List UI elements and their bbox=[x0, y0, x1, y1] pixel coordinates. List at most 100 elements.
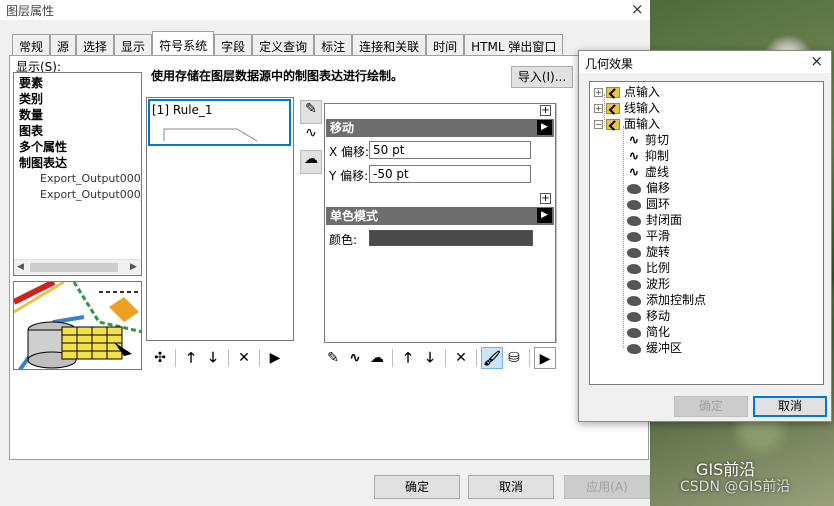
delete-layer-icon[interactable]: ✕ bbox=[450, 347, 472, 369]
list-subitem-representation[interactable]: Export_Output000_Re bbox=[14, 187, 141, 203]
tree-item-wave[interactable]: 波形 bbox=[626, 276, 670, 292]
fill-layer-icon[interactable]: ☁ bbox=[300, 150, 322, 174]
window-title: 图层属性 bbox=[6, 4, 55, 18]
y-offset-field[interactable]: -50 pt bbox=[369, 165, 531, 183]
database-icon[interactable]: ⛁ bbox=[503, 347, 525, 369]
layer-down-icon[interactable]: 🡓 bbox=[419, 347, 441, 369]
move-section-menu-icon[interactable]: ▶ bbox=[537, 120, 552, 135]
ok-button[interactable]: 确定 bbox=[374, 475, 460, 499]
list-subitem-representation[interactable]: Export_Output000_Re bbox=[14, 171, 141, 187]
tree-item-add-control-points[interactable]: 添加控制点 bbox=[626, 292, 706, 308]
list-item-features[interactable]: 要素 bbox=[14, 75, 141, 91]
move-down-icon[interactable]: 🡓 bbox=[202, 347, 224, 369]
x-offset-label: X 偏移: bbox=[329, 145, 370, 159]
window-close-icon[interactable]: × bbox=[631, 0, 644, 18]
list-item-categories[interactable]: 类别 bbox=[14, 91, 141, 107]
tree-item-cut[interactable]: ∿ 剪切 bbox=[626, 132, 669, 148]
tab-time[interactable]: 时间 bbox=[426, 34, 465, 55]
expand-icon[interactable]: + bbox=[594, 104, 603, 113]
tab-labels[interactable]: 标注 bbox=[314, 34, 353, 55]
polygon-effect-icon bbox=[627, 215, 641, 226]
list-horizontal-scrollbar[interactable]: ◀ ▶ bbox=[14, 259, 141, 275]
geo-dialog-title: 几何效果 bbox=[585, 57, 634, 71]
tree-item-buffer[interactable]: 缓冲区 bbox=[626, 340, 682, 356]
solid-color-menu-icon[interactable]: ▶ bbox=[537, 208, 552, 223]
polygon-effect-icon bbox=[627, 327, 641, 338]
import-button[interactable]: 导入(I)... bbox=[511, 66, 573, 88]
scroll-right-icon[interactable]: ▶ bbox=[130, 262, 137, 272]
tab-html-popup[interactable]: HTML 弹出窗口 bbox=[464, 34, 564, 55]
show-list: 要素 类别 数量 图表 多个属性 制图表达 Export_Output000_R… bbox=[13, 72, 142, 276]
add-rule-icon[interactable]: ✣ bbox=[149, 347, 171, 369]
more-options-icon[interactable]: ▶ bbox=[534, 347, 556, 369]
tree-item-rotate[interactable]: 旋转 bbox=[626, 244, 670, 260]
rule-toolbar: ✣ 🡑 🡓 ✕ ▶ bbox=[149, 347, 286, 369]
tree-item-donut[interactable]: 圆环 bbox=[626, 196, 670, 212]
polygon-effect-icon bbox=[627, 279, 641, 290]
tab-definition-query[interactable]: 定义查询 bbox=[252, 34, 315, 55]
layer-type-toolbar: ✎ ∿ ☁ bbox=[300, 100, 322, 175]
effects-tree: + 点输入 + 线输入 − 面输入 ∿ 剪切 ∿ 抑制 ∿ 虚线 偏移 圆环 封闭面 平滑 … bbox=[589, 81, 824, 385]
list-item-multiple-attributes[interactable]: 多个属性 bbox=[14, 139, 141, 155]
collapse-icon[interactable]: − bbox=[594, 120, 603, 129]
folder-icon bbox=[606, 103, 620, 114]
tab-joins-relates[interactable]: 连接和关联 bbox=[352, 34, 427, 55]
cancel-button[interactable]: 取消 bbox=[468, 475, 554, 499]
tab-selection[interactable]: 选择 bbox=[76, 34, 115, 55]
tree-item-suppress[interactable]: ∿ 抑制 bbox=[626, 148, 669, 164]
tree-item-smooth[interactable]: 平滑 bbox=[626, 228, 670, 244]
scroll-left-icon[interactable]: ◀ bbox=[17, 262, 24, 272]
layer-toolbar: ✎ ∿ ☁ 🡑 🡓 ✕ 🖌 ⛁ ▶ bbox=[322, 347, 556, 369]
brush-icon[interactable]: 🖌 bbox=[481, 347, 503, 369]
watermark-csdn-text: CSDN @GIS前沿 bbox=[680, 479, 791, 495]
polygon-effect-icon bbox=[627, 295, 641, 306]
apply-button[interactable]: 应用(A) bbox=[564, 475, 650, 499]
more-icon[interactable]: ▶ bbox=[264, 347, 286, 369]
layer-up-icon[interactable]: 🡑 bbox=[397, 347, 419, 369]
tree-item-dashes[interactable]: ∿ 虚线 bbox=[626, 164, 669, 180]
move-section-title: 移动 bbox=[330, 121, 355, 135]
tree-item-simplify[interactable]: 简化 bbox=[626, 324, 670, 340]
add-marker-layer-icon[interactable]: ✎ bbox=[322, 347, 344, 369]
tree-node-line-input[interactable]: + 线输入 bbox=[594, 100, 660, 116]
add-effect-icon[interactable]: + bbox=[540, 105, 551, 116]
rule-symbol-preview bbox=[163, 128, 258, 142]
tab-fields[interactable]: 字段 bbox=[214, 34, 253, 55]
geo-ok-button[interactable]: 确定 bbox=[674, 396, 748, 417]
tab-strip: 常规 源 选择 显示 符号系统 字段 定义查询 标注 连接和关联 时间 HTML… bbox=[12, 31, 564, 55]
rule-item[interactable]: [1] Rule_1 bbox=[148, 99, 291, 146]
polygon-effect-icon bbox=[627, 311, 641, 322]
add-stroke-layer-icon[interactable]: ∿ bbox=[344, 347, 366, 369]
folder-icon bbox=[606, 87, 620, 98]
geo-cancel-button[interactable]: 取消 bbox=[753, 396, 827, 417]
tree-item-offset[interactable]: 偏移 bbox=[626, 180, 670, 196]
tree-node-point-input[interactable]: + 点输入 bbox=[594, 84, 660, 100]
tab-display[interactable]: 显示 bbox=[114, 34, 153, 55]
delete-rule-icon[interactable]: ✕ bbox=[233, 347, 255, 369]
tab-general[interactable]: 常规 bbox=[12, 34, 51, 55]
polygon-effect-icon bbox=[627, 183, 641, 194]
tab-source[interactable]: 源 bbox=[50, 34, 77, 55]
scroll-thumb[interactable] bbox=[30, 263, 118, 272]
title-bar bbox=[0, 0, 650, 20]
stroke-layer-icon[interactable]: ∿ bbox=[300, 125, 322, 149]
list-item-charts[interactable]: 图表 bbox=[14, 123, 141, 139]
solid-color-section-header: 单色模式 ▶ bbox=[326, 207, 554, 225]
move-up-icon[interactable]: 🡑 bbox=[180, 347, 202, 369]
tree-item-move[interactable]: 移动 bbox=[626, 308, 670, 324]
tree-node-polygon-input[interactable]: − 面输入 bbox=[594, 116, 660, 132]
tree-item-scale[interactable]: 比例 bbox=[626, 260, 670, 276]
expand-icon[interactable]: + bbox=[594, 88, 603, 97]
x-offset-field[interactable]: 50 pt bbox=[369, 141, 531, 159]
add-layer-icon[interactable]: + bbox=[540, 193, 551, 204]
representation-description: 使用存储在图层数据源中的制图表达进行绘制。 bbox=[151, 69, 404, 83]
polygon-effect-icon bbox=[627, 247, 641, 258]
list-item-quantities[interactable]: 数量 bbox=[14, 107, 141, 123]
tab-symbology[interactable]: 符号系统 bbox=[152, 31, 215, 55]
list-item-representations[interactable]: 制图表达 bbox=[14, 155, 141, 171]
color-swatch[interactable] bbox=[369, 230, 533, 246]
add-fill-layer-icon[interactable]: ☁ bbox=[366, 347, 388, 369]
tree-item-closed-polygon[interactable]: 封闭面 bbox=[626, 212, 682, 228]
geo-close-icon[interactable]: × bbox=[810, 52, 823, 70]
marker-layer-icon[interactable]: ✎ bbox=[300, 100, 322, 124]
